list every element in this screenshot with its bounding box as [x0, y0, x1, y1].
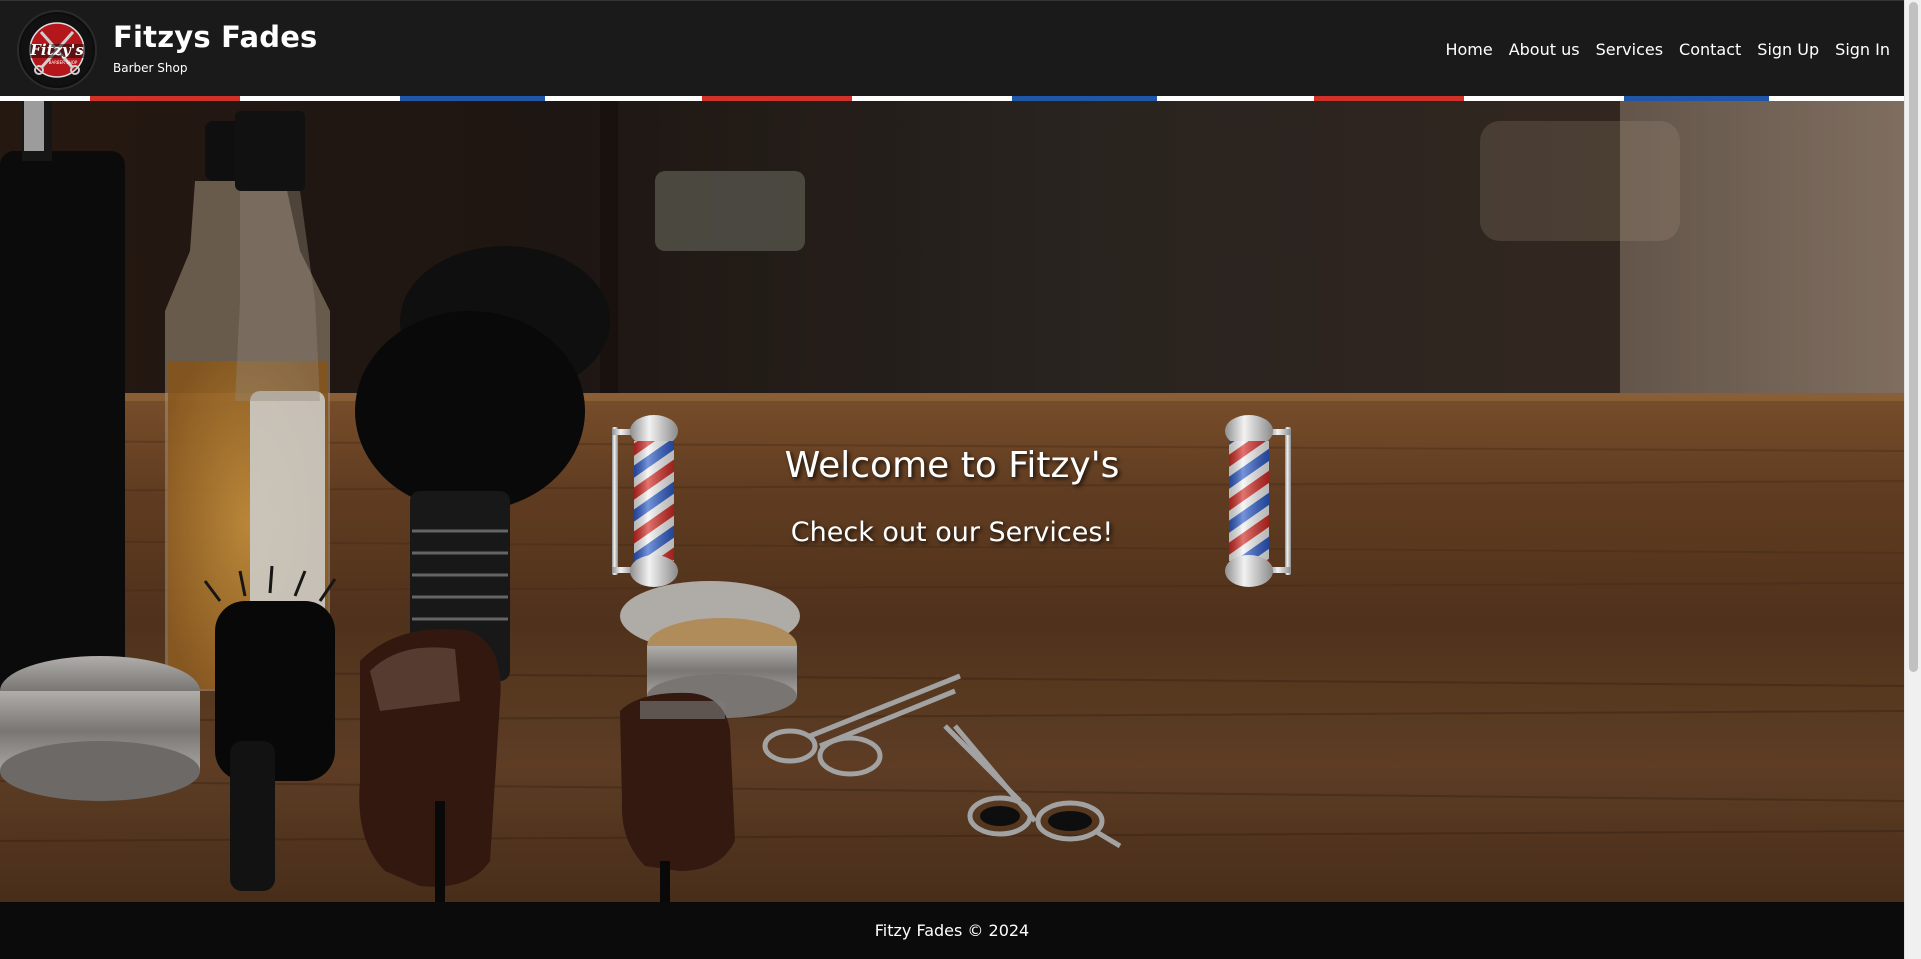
logo-subtext: BARBER SHOP — [49, 60, 78, 65]
page: Fitzy's BARBER SHOP Fitzys Fades Barber … — [0, 0, 1921, 959]
site-footer: Fitzy Fades © 2024 — [0, 902, 1904, 959]
barber-pole-icon — [612, 415, 678, 587]
hero-subtitle-services-link[interactable]: Check out our Services! — [0, 519, 1904, 546]
nav-link-services[interactable]: Services — [1596, 39, 1663, 61]
nav-link-sign-up[interactable]: Sign Up — [1757, 39, 1819, 61]
nav-link-contact[interactable]: Contact — [1679, 39, 1741, 61]
nav-link-about-us[interactable]: About us — [1509, 39, 1580, 61]
scrollbar-thumb[interactable] — [1909, 2, 1918, 672]
site-header: Fitzy's BARBER SHOP Fitzys Fades Barber … — [0, 0, 1904, 96]
brand-subtitle: Barber Shop — [113, 61, 188, 75]
hero-background-image — [0, 101, 1904, 902]
brand-title[interactable]: Fitzys Fades — [113, 23, 318, 52]
fitzys-logo[interactable]: Fitzy's BARBER SHOP — [17, 10, 97, 90]
footer-copyright: Fitzy Fades © 2024 — [874, 921, 1030, 940]
hero-section: Welcome to Fitzy's Check out our Service… — [0, 101, 1904, 902]
main-nav: Home About us Services Contact Sign Up S… — [1445, 39, 1890, 61]
barber-pole-icon — [1225, 415, 1291, 587]
nav-link-home[interactable]: Home — [1445, 39, 1492, 61]
page-scrollbar[interactable] — [1904, 0, 1921, 959]
hero-title: Welcome to Fitzy's — [784, 445, 1120, 486]
nav-link-sign-in[interactable]: Sign In — [1835, 39, 1890, 61]
logo-wordmark: Fitzy's — [29, 41, 84, 59]
